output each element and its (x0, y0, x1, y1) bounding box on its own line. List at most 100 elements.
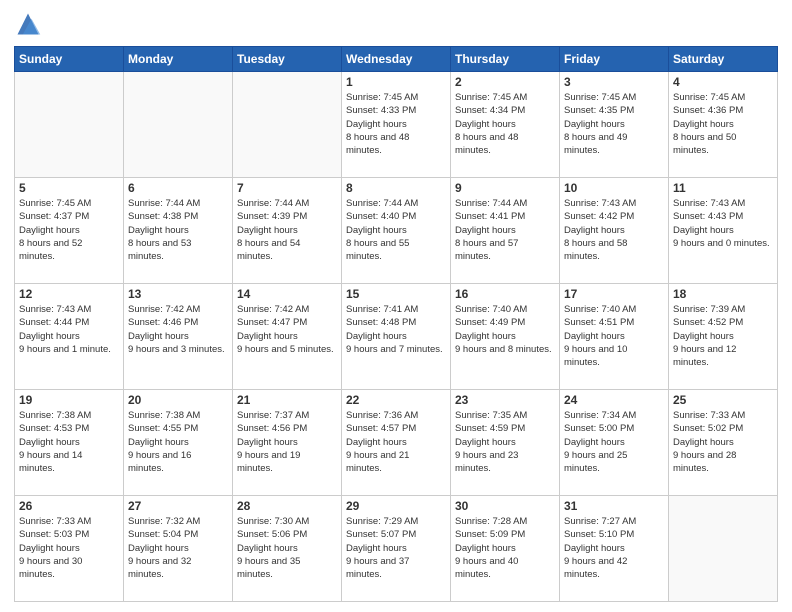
calendar-cell: 22 Sunrise: 7:36 AMSunset: 4:57 PMDayligh… (342, 390, 451, 496)
day-info: Sunrise: 7:41 AMSunset: 4:48 PMDaylight … (346, 303, 446, 356)
day-info: Sunrise: 7:45 AMSunset: 4:34 PMDaylight … (455, 91, 555, 157)
day-number: 12 (19, 287, 119, 301)
calendar-cell: 26 Sunrise: 7:33 AMSunset: 5:03 PMDayligh… (15, 496, 124, 602)
day-number: 1 (346, 75, 446, 89)
day-info: Sunrise: 7:40 AMSunset: 4:51 PMDaylight … (564, 303, 664, 369)
day-number: 26 (19, 499, 119, 513)
day-info: Sunrise: 7:45 AMSunset: 4:33 PMDaylight … (346, 91, 446, 157)
weekday-header: Wednesday (342, 47, 451, 72)
day-number: 5 (19, 181, 119, 195)
day-number: 10 (564, 181, 664, 195)
day-info: Sunrise: 7:44 AMSunset: 4:41 PMDaylight … (455, 197, 555, 263)
calendar-cell: 9 Sunrise: 7:44 AMSunset: 4:41 PMDaylight… (451, 178, 560, 284)
day-number: 24 (564, 393, 664, 407)
weekday-header: Saturday (669, 47, 778, 72)
weekday-header: Thursday (451, 47, 560, 72)
calendar-cell: 14 Sunrise: 7:42 AMSunset: 4:47 PMDayligh… (233, 284, 342, 390)
day-number: 14 (237, 287, 337, 301)
day-number: 18 (673, 287, 773, 301)
calendar-cell: 5 Sunrise: 7:45 AMSunset: 4:37 PMDaylight… (15, 178, 124, 284)
day-info: Sunrise: 7:30 AMSunset: 5:06 PMDaylight … (237, 515, 337, 581)
day-info: Sunrise: 7:34 AMSunset: 5:00 PMDaylight … (564, 409, 664, 475)
day-number: 3 (564, 75, 664, 89)
day-info: Sunrise: 7:40 AMSunset: 4:49 PMDaylight … (455, 303, 555, 356)
day-number: 4 (673, 75, 773, 89)
day-info: Sunrise: 7:32 AMSunset: 5:04 PMDaylight … (128, 515, 228, 581)
day-number: 8 (346, 181, 446, 195)
calendar-cell: 2 Sunrise: 7:45 AMSunset: 4:34 PMDaylight… (451, 72, 560, 178)
day-number: 21 (237, 393, 337, 407)
day-info: Sunrise: 7:45 AMSunset: 4:36 PMDaylight … (673, 91, 773, 157)
weekday-header: Sunday (15, 47, 124, 72)
day-info: Sunrise: 7:43 AMSunset: 4:43 PMDaylight … (673, 197, 773, 250)
calendar-cell: 7Sunrise: 7:44 AMSunset: 4:39 PMDaylight… (233, 178, 342, 284)
day-number: 25 (673, 393, 773, 407)
day-info: Sunrise: 7:38 AMSunset: 4:55 PMDaylight … (128, 409, 228, 475)
weekday-header: Tuesday (233, 47, 342, 72)
calendar-cell: 17 Sunrise: 7:40 AMSunset: 4:51 PMDayligh… (560, 284, 669, 390)
day-info: Sunrise: 7:42 AMSunset: 4:47 PMDaylight … (237, 303, 337, 356)
calendar-cell: 1 Sunrise: 7:45 AMSunset: 4:33 PMDaylight… (342, 72, 451, 178)
calendar-cell (15, 72, 124, 178)
calendar-cell: 4 Sunrise: 7:45 AMSunset: 4:36 PMDaylight… (669, 72, 778, 178)
day-info: Sunrise: 7:42 AMSunset: 4:46 PMDaylight … (128, 303, 228, 356)
day-number: 20 (128, 393, 228, 407)
day-number: 15 (346, 287, 446, 301)
day-number: 22 (346, 393, 446, 407)
calendar-cell: 21 Sunrise: 7:37 AMSunset: 4:56 PMDayligh… (233, 390, 342, 496)
calendar-cell: 8 Sunrise: 7:44 AMSunset: 4:40 PMDaylight… (342, 178, 451, 284)
day-number: 6 (128, 181, 228, 195)
logo-icon (14, 10, 42, 38)
calendar-cell: 20 Sunrise: 7:38 AMSunset: 4:55 PMDayligh… (124, 390, 233, 496)
logo (14, 10, 46, 38)
day-info: Sunrise: 7:29 AMSunset: 5:07 PMDaylight … (346, 515, 446, 581)
day-number: 29 (346, 499, 446, 513)
day-info: Sunrise: 7:45 AMSunset: 4:35 PMDaylight … (564, 91, 664, 157)
calendar-cell: 30Sunrise: 7:28 AMSunset: 5:09 PMDayligh… (451, 496, 560, 602)
day-info: Sunrise: 7:33 AMSunset: 5:03 PMDaylight … (19, 515, 119, 581)
header (14, 10, 778, 38)
day-number: 9 (455, 181, 555, 195)
calendar-cell: 16 Sunrise: 7:40 AMSunset: 4:49 PMDayligh… (451, 284, 560, 390)
day-info: Sunrise: 7:39 AMSunset: 4:52 PMDaylight … (673, 303, 773, 369)
day-info: Sunrise: 7:44 AMSunset: 4:39 PMDaylight … (237, 197, 337, 263)
calendar-cell: 6 Sunrise: 7:44 AMSunset: 4:38 PMDaylight… (124, 178, 233, 284)
day-info: Sunrise: 7:44 AMSunset: 4:40 PMDaylight … (346, 197, 446, 263)
day-info: Sunrise: 7:44 AMSunset: 4:38 PMDaylight … (128, 197, 228, 263)
calendar-cell: 27Sunrise: 7:32 AMSunset: 5:04 PMDayligh… (124, 496, 233, 602)
calendar-cell: 23Sunrise: 7:35 AMSunset: 4:59 PMDayligh… (451, 390, 560, 496)
calendar-cell (233, 72, 342, 178)
calendar-week-row: 5 Sunrise: 7:45 AMSunset: 4:37 PMDaylight… (15, 178, 778, 284)
day-info: Sunrise: 7:28 AMSunset: 5:09 PMDaylight … (455, 515, 555, 581)
day-info: Sunrise: 7:36 AMSunset: 4:57 PMDaylight … (346, 409, 446, 475)
calendar-week-row: 1 Sunrise: 7:45 AMSunset: 4:33 PMDaylight… (15, 72, 778, 178)
calendar-cell: 3 Sunrise: 7:45 AMSunset: 4:35 PMDaylight… (560, 72, 669, 178)
calendar-cell: 15 Sunrise: 7:41 AMSunset: 4:48 PMDayligh… (342, 284, 451, 390)
day-number: 2 (455, 75, 555, 89)
calendar-cell: 13 Sunrise: 7:42 AMSunset: 4:46 PMDayligh… (124, 284, 233, 390)
calendar-cell: 25Sunrise: 7:33 AMSunset: 5:02 PMDayligh… (669, 390, 778, 496)
calendar-cell (124, 72, 233, 178)
day-number: 19 (19, 393, 119, 407)
calendar-table: SundayMondayTuesdayWednesdayThursdayFrid… (14, 46, 778, 602)
day-number: 16 (455, 287, 555, 301)
day-number: 11 (673, 181, 773, 195)
day-info: Sunrise: 7:37 AMSunset: 4:56 PMDaylight … (237, 409, 337, 475)
day-number: 13 (128, 287, 228, 301)
calendar-cell: 28 Sunrise: 7:30 AMSunset: 5:06 PMDayligh… (233, 496, 342, 602)
calendar-cell: 12Sunrise: 7:43 AMSunset: 4:44 PMDayligh… (15, 284, 124, 390)
day-info: Sunrise: 7:43 AMSunset: 4:42 PMDaylight … (564, 197, 664, 263)
calendar-cell (669, 496, 778, 602)
day-info: Sunrise: 7:38 AMSunset: 4:53 PMDaylight … (19, 409, 119, 475)
weekday-header: Friday (560, 47, 669, 72)
calendar-week-row: 19 Sunrise: 7:38 AMSunset: 4:53 PMDayligh… (15, 390, 778, 496)
page: SundayMondayTuesdayWednesdayThursdayFrid… (0, 0, 792, 612)
day-number: 28 (237, 499, 337, 513)
calendar-cell: 18 Sunrise: 7:39 AMSunset: 4:52 PMDayligh… (669, 284, 778, 390)
day-info: Sunrise: 7:27 AMSunset: 5:10 PMDaylight … (564, 515, 664, 581)
day-info: Sunrise: 7:45 AMSunset: 4:37 PMDaylight … (19, 197, 119, 263)
day-number: 17 (564, 287, 664, 301)
calendar-cell: 31Sunrise: 7:27 AMSunset: 5:10 PMDayligh… (560, 496, 669, 602)
calendar-cell: 11 Sunrise: 7:43 AMSunset: 4:43 PMDayligh… (669, 178, 778, 284)
calendar-week-row: 26 Sunrise: 7:33 AMSunset: 5:03 PMDayligh… (15, 496, 778, 602)
